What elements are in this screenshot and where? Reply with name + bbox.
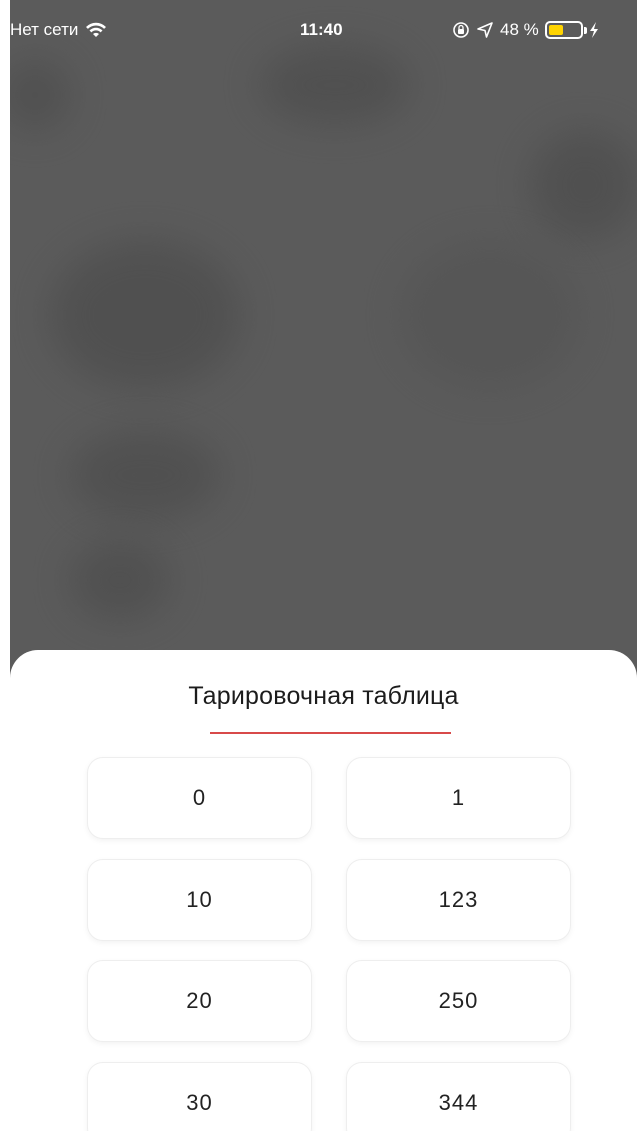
clock: 11:40 (300, 20, 343, 39)
table-cell-right[interactable]: 250 (346, 960, 571, 1042)
table-cell-right[interactable]: 344 (346, 1062, 571, 1131)
status-bar: Нет сети 11:40 48 % (10, 0, 637, 44)
battery-percent: 48 % (500, 20, 539, 39)
table-cell-right[interactable]: 123 (346, 859, 571, 941)
blurred-shape (70, 430, 220, 520)
blurred-shape (400, 240, 580, 390)
table-cell-left[interactable]: 30 (87, 1062, 312, 1131)
battery-fill (548, 25, 564, 35)
bottom-sheet: Тарировочная таблица 0 1 10 123 20 250 30 344 (10, 650, 637, 1131)
status-right: 48 % (452, 20, 599, 40)
carrier-label: Нет сети (10, 20, 79, 39)
blurred-shape (260, 45, 410, 125)
blurred-shape (70, 540, 170, 620)
blurred-shape (10, 60, 70, 130)
calibration-grid: 0 1 10 123 20 250 30 344 (10, 650, 637, 1131)
table-cell-left[interactable]: 10 (87, 859, 312, 941)
wifi-icon (86, 22, 107, 37)
blurred-shape (530, 130, 637, 240)
location-icon (477, 22, 493, 38)
battery-icon (544, 21, 587, 39)
blurred-shape (50, 240, 240, 390)
status-left: Нет сети (10, 20, 107, 40)
table-cell-left[interactable]: 20 (87, 960, 312, 1042)
charging-icon (589, 22, 598, 38)
table-cell-left[interactable]: 0 (87, 757, 312, 839)
table-cell-right[interactable]: 1 (346, 757, 571, 839)
orientation-lock-icon (453, 22, 469, 38)
